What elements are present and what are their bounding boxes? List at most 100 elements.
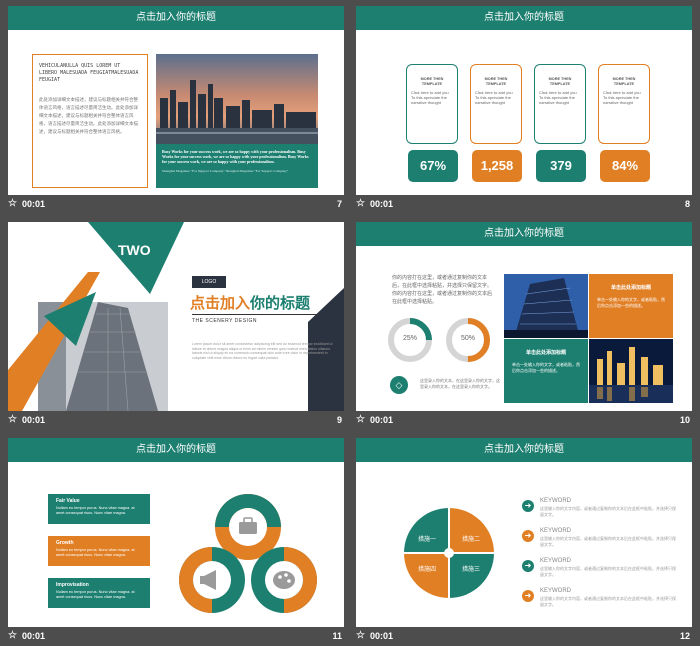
slide-footer: ☆ 00:01 7 xyxy=(8,197,344,213)
card-text: Click here to add you To this apreciate … xyxy=(411,90,449,105)
slide-11: 点击加入你的标题 Fair Value Nullam eu tempor pur… xyxy=(8,438,344,627)
slide-footer: ☆ 00:01 8 xyxy=(356,197,692,213)
slide-footer: ☆ 00:01 12 xyxy=(356,629,692,645)
item-title: Fair Value xyxy=(56,498,80,504)
value-item: Fair Value Nullam eu tempor purus. Nunc … xyxy=(48,494,150,524)
quadrant-label: 措施二 xyxy=(461,537,480,543)
arrow-right-icon: ➜ xyxy=(522,590,534,602)
slide-footer: ☆ 00:01 9 xyxy=(8,413,344,429)
keyword-item: ➜ KEYWORD 这里输入你的文字内容，或者通过复制你的文本后在此框中粘贴，并… xyxy=(522,588,682,618)
slide-9: TWO LOGO 点击加入你的标题 THE SCENERY DESIGN Lor… xyxy=(8,222,344,411)
item-text: Nullam eu tempor purus. Nunc vitae magna… xyxy=(56,548,135,557)
transition-star-icon: ☆ xyxy=(356,198,365,209)
three-circle-graphic xyxy=(179,494,317,613)
info-box-green: 单击此处添加标题 单击一处输入你的文字，或者粘贴，然后你点击添加一些的描述。 xyxy=(504,339,588,403)
section-number: TWO xyxy=(118,242,151,258)
slide-12: 点击加入你的标题 措施一 措施二 措施四 措施三 ➜ KEYWORD 这里输入你… xyxy=(356,438,692,627)
box-title: 单击此处添加标题 xyxy=(610,285,651,291)
keyword-title: KEYWORD xyxy=(540,588,572,594)
item-text: Nullam eu tempor purus. Nunc vitae magna… xyxy=(56,590,135,599)
slide-number: 10 xyxy=(679,415,690,425)
quadrant-label: 措施一 xyxy=(417,537,436,543)
card-text: Click here to add you To this apreciate … xyxy=(539,90,577,105)
transition-star-icon: ☆ xyxy=(8,414,17,425)
metric-card: MORE THEN TEMPLATE Click here to add you… xyxy=(534,64,586,144)
section-graphic xyxy=(8,222,344,411)
keyword-item: ➜ KEYWORD 这里输入你的文字内容，或者通过复制你的文本后在此框中粘贴，并… xyxy=(522,498,682,528)
slide-header: 点击加入你的标题 xyxy=(356,222,692,246)
quadrant-label: 措施四 xyxy=(417,567,436,573)
value-item: Improvisation Nullam eu tempor purus. Nu… xyxy=(48,578,150,608)
slide-header: 点击加入你的标题 xyxy=(8,438,344,462)
arrow-right-icon: ➜ xyxy=(522,560,534,572)
arrow-right-icon: ➜ xyxy=(522,530,534,542)
box-text: 单击一处输入你的文字，或者粘贴，然后你点击添加一些的描述。 xyxy=(512,362,580,373)
transition-star-icon: ☆ xyxy=(356,414,365,425)
box-title: 单击此处添加标题 xyxy=(525,350,566,356)
body-text: 此处添加详细文本描述，建议与标题相关并符合整体语言风格，语言描述尽量简洁生动。此… xyxy=(39,97,138,134)
slide-number: 12 xyxy=(679,631,690,641)
card-title: MORE THEN TEMPLATE xyxy=(548,77,572,86)
keyword-title: KEYWORD xyxy=(540,528,572,534)
card-title: MORE THEN TEMPLATE xyxy=(612,77,636,86)
slide-header: 点击加入你的标题 xyxy=(8,6,344,30)
card-text: Click here to add you To this apreciate … xyxy=(603,90,641,105)
donut-label: 50% xyxy=(460,335,475,342)
metric-value: 379 xyxy=(536,150,586,182)
transition-star-icon: ☆ xyxy=(356,630,365,641)
slide-number: 11 xyxy=(332,631,342,641)
metric-card: MORE THEN TEMPLATE Click here to add you… xyxy=(598,64,650,144)
caption-box: Busy Works for your success work, we are… xyxy=(156,144,318,188)
slide-10: 点击加入你的标题 你的内容打在这里，或者通过复制你的文本后，在此框中选择粘贴，并… xyxy=(356,222,692,411)
card-title: MORE THEN TEMPLATE xyxy=(420,77,444,86)
slide-duration: 00:01 xyxy=(22,199,46,209)
card-title: MORE THEN TEMPLATE xyxy=(484,77,508,86)
slide-duration: 00:01 xyxy=(370,631,394,641)
slide-number: 8 xyxy=(684,199,690,209)
slide-number: 7 xyxy=(336,199,342,209)
keyword-text: 这里输入你的文字内容，或者通过复制你的文本后在此框中粘贴，并选择只保留文字。 xyxy=(540,506,676,517)
keyword-title: KEYWORD xyxy=(540,498,572,504)
city-photo xyxy=(156,54,318,144)
slide-header: 点击加入你的标题 xyxy=(356,438,692,462)
diamond-icon: ◇ xyxy=(390,376,408,394)
slide-footer: ☆ 00:01 10 xyxy=(356,413,692,429)
metric-value: 67% xyxy=(408,150,458,182)
transition-star-icon: ☆ xyxy=(8,198,17,209)
quadrant-label: 措施三 xyxy=(461,567,480,573)
text-frame: VEHICULANULLA QUIS LOREM UT LIBERO MALES… xyxy=(32,54,148,188)
caption-text: Busy Works for your success work, we are… xyxy=(162,149,309,164)
credit-text: Shanghai Magazine "For Support Company" … xyxy=(162,169,289,173)
keyword-item: ➜ KEYWORD 这里输入你的文字内容，或者通过复制你的文本后在此框中粘贴，并… xyxy=(522,528,682,558)
note-text: 这里录入你的文本，在这里录入你的文字，这里录入你的文本，在这里录入你的文字。 xyxy=(420,378,500,389)
transition-star-icon: ☆ xyxy=(8,630,17,641)
body-text: Lorem ipsum dolor sit amet consectetur a… xyxy=(192,342,333,360)
slide-duration: 00:01 xyxy=(370,199,394,209)
card-text: Click here to add you To this apreciate … xyxy=(475,90,513,105)
item-title: Growth xyxy=(56,540,74,546)
logo-badge: LOGO xyxy=(192,276,226,288)
title-part-orange: 点击加入 xyxy=(190,295,251,312)
value-item: Growth Nullam eu tempor purus. Nunc vita… xyxy=(48,536,150,566)
night-city-photo xyxy=(589,339,673,403)
title-part-green: 你的标题 xyxy=(250,295,311,312)
intro-text: 你的内容打在这里，或者通过复制你的文本后，在此框中选择粘贴，并选择只保留文字。你… xyxy=(392,275,493,305)
slide-subtitle: THE SCENERY DESIGN xyxy=(192,318,257,324)
building-photo xyxy=(504,274,588,338)
keyword-text: 这里输入你的文字内容，或者通过复制你的文本后在此框中粘贴，并选择只保留文字。 xyxy=(540,566,676,577)
title-divider xyxy=(192,314,322,315)
slide-7: 点击加入你的标题 VEHICULANULLA QUIS LOREM UT LIB… xyxy=(8,6,344,195)
keyword-list: ➜ KEYWORD 这里输入你的文字内容，或者通过复制你的文本后在此框中粘贴，并… xyxy=(522,498,682,618)
arrow-right-icon: ➜ xyxy=(522,500,534,512)
slide-duration: 00:01 xyxy=(370,415,394,425)
quadrant-circle: 措施一 措施二 措施四 措施三 xyxy=(404,508,494,598)
slide-header: 点击加入你的标题 xyxy=(356,6,692,30)
keyword-title: KEYWORD xyxy=(540,558,572,564)
metric-value: 84% xyxy=(600,150,650,182)
slide-duration: 00:01 xyxy=(22,415,46,425)
metric-value: 1,258 xyxy=(472,150,522,182)
slide-footer: ☆ 00:01 11 xyxy=(8,629,344,645)
slide-number: 9 xyxy=(336,415,342,425)
metric-card: MORE THEN TEMPLATE Click here to add you… xyxy=(470,64,522,144)
donut-chart: 25% 50% xyxy=(388,318,498,371)
